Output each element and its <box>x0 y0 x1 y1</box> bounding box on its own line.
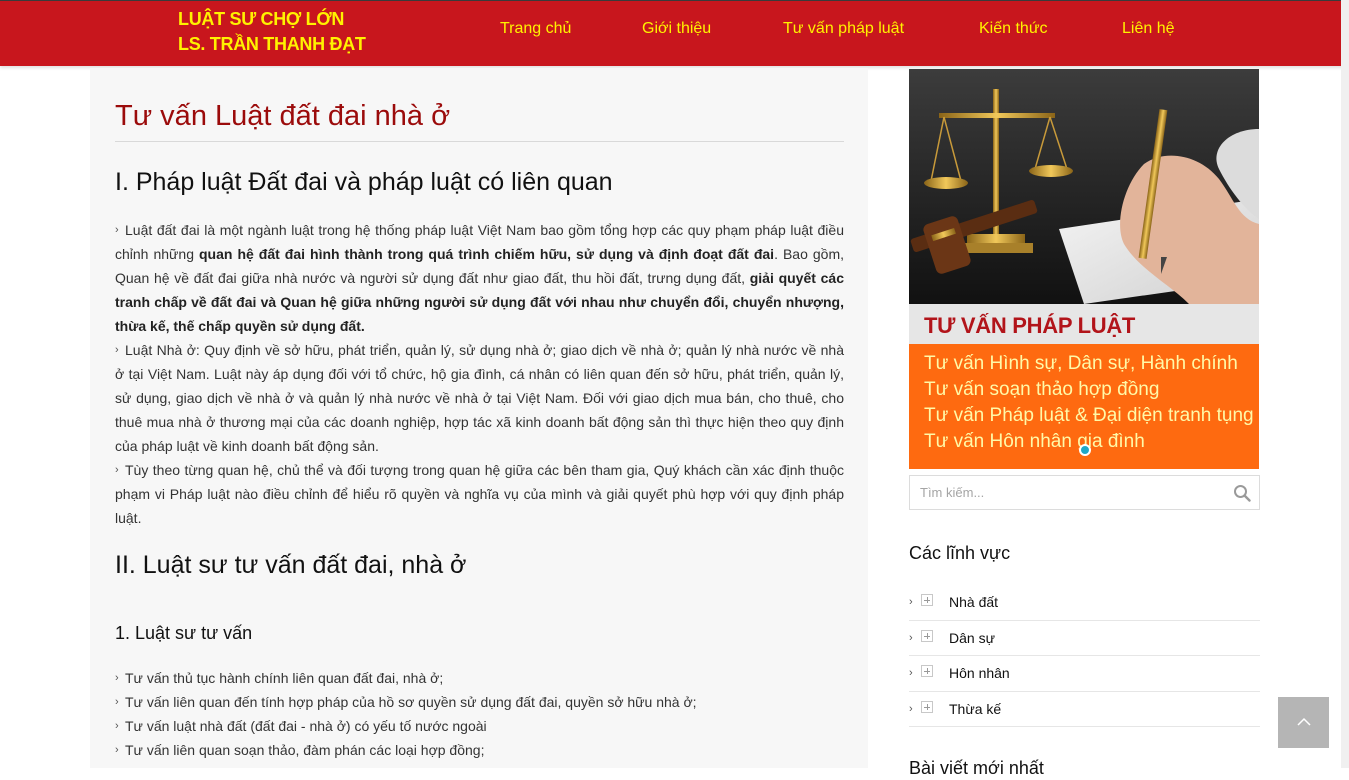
justice-scales-photo <box>909 69 1259 304</box>
paragraph-scope: › Tùy theo từng quan hệ, chủ thể và đối t… <box>115 458 844 530</box>
p1-text-b: quan hệ đất đai hình thành trong quá trì… <box>199 246 775 262</box>
category-item-hon-nhan[interactable]: › Hôn nhân <box>909 656 1260 692</box>
legal-advice-banner[interactable]: TƯ VẤN PHÁP LUẬT Tư vấn Hình sự, Dân sự,… <box>909 69 1259 469</box>
categories-heading: Các lĩnh vực <box>909 543 1011 563</box>
chevron-right-icon: › <box>115 464 119 476</box>
back-to-top-button[interactable] <box>1278 697 1329 748</box>
site-header: LUẬT SƯ CHỢ LỚN LS. TRẦN THANH ĐẠT Trang… <box>0 0 1349 66</box>
list-item-text: Tư vấn liên quan soạn thảo, đàm phán các… <box>125 742 485 758</box>
category-label: Dân sự <box>949 629 995 646</box>
section-2-heading: II. Luật sư tư vấn đất đai, nhà ở <box>115 551 467 579</box>
banner-line: Tư vấn Hôn nhân gia đình <box>924 431 1145 452</box>
page-title: Tư vấn Luật đất đai nhà ở <box>115 100 451 132</box>
search-input[interactable] <box>910 476 1220 509</box>
chevron-right-icon: › <box>909 596 913 608</box>
category-item-nha-dat[interactable]: › Nhà đất <box>909 585 1260 621</box>
service-list: › Tư vấn thủ tục hành chính liên quan đất… <box>115 666 844 762</box>
plus-box-icon[interactable] <box>921 629 933 642</box>
category-list: › Nhà đất › Dân sự › Hôn nhân › Thừa kế <box>909 585 1260 727</box>
category-label: Nhà đất <box>949 594 999 610</box>
article-content: Tư vấn Luật đất đai nhà ở I. Pháp luật Đ… <box>90 68 868 768</box>
section-1-heading: I. Pháp luật Đất đai và pháp luật có liê… <box>115 168 613 196</box>
banner-title-bar: TƯ VẤN PHÁP LUẬT <box>909 304 1259 344</box>
slider-dot[interactable] <box>1079 444 1091 456</box>
chevron-right-icon: › <box>115 672 119 684</box>
category-label: Thừa kế <box>949 700 1002 717</box>
chevron-right-icon: › <box>909 631 913 644</box>
latest-posts-heading: Bài viết mới nhất <box>909 758 1044 778</box>
category-label: Hôn nhân <box>949 665 1010 681</box>
chevron-right-icon: › <box>115 344 119 356</box>
nav-item-contact[interactable]: Liên hệ <box>1122 19 1175 39</box>
list-item-text: Tư vấn liên quan đến tính hợp pháp của h… <box>125 694 697 710</box>
nav-item-about[interactable]: Giới thiệu <box>642 19 711 39</box>
chevron-up-icon <box>1297 717 1311 726</box>
chevron-right-icon: › <box>909 702 913 715</box>
chevron-right-icon: › <box>115 744 119 756</box>
paragraph-housing-law: › Luật Nhà ở: Quy định về sở hữu, phát tr… <box>115 338 844 458</box>
nav-item-legal-advice[interactable]: Tư vấn pháp luật <box>783 19 904 39</box>
title-divider <box>115 141 844 142</box>
nav-item-home[interactable]: Trang chủ <box>500 19 571 39</box>
nav-item-knowledge[interactable]: Kiến thức <box>979 19 1048 39</box>
search-icon[interactable] <box>1233 484 1251 502</box>
category-item-dan-su[interactable]: › Dân sự <box>909 621 1260 656</box>
banner-line: Tư vấn Pháp luật & Đại diện tranh tụng <box>924 405 1254 426</box>
subsection-heading: 1. Luật sư tư vấn <box>115 623 253 643</box>
plus-box-icon[interactable] <box>921 594 933 606</box>
list-item: › Tư vấn luật nhà đất (đất đai - nhà ở) c… <box>115 714 844 738</box>
paragraph-land-law: › Luật đất đai là một ngành luật trong hệ… <box>115 218 844 338</box>
banner-line: Tư vấn Hình sự, Dân sự, Hành chính <box>924 353 1238 374</box>
chevron-right-icon: › <box>115 224 119 236</box>
list-item: › Tư vấn liên quan đến tính hợp pháp của … <box>115 690 844 714</box>
list-item: › Tư vấn thủ tục hành chính liên quan đất… <box>115 666 844 690</box>
category-item-thua-ke[interactable]: › Thừa kế <box>909 692 1260 727</box>
banner-line: Tư vấn soạn thảo hợp đồng <box>924 379 1160 400</box>
chevron-right-icon: › <box>115 720 119 732</box>
plus-box-icon[interactable] <box>921 665 933 677</box>
list-item: › Tư vấn liên quan soạn thảo, đàm phán cá… <box>115 738 844 762</box>
list-item-text: Tư vấn luật nhà đất (đất đai - nhà ở) có… <box>125 718 487 734</box>
p3-text: Tùy theo từng quan hệ, chủ thể và đối tư… <box>115 462 844 526</box>
plus-box-icon[interactable] <box>921 700 933 713</box>
p2-text: Luật Nhà ở: Quy định về sở hữu, phát tri… <box>115 342 844 454</box>
list-item-text: Tư vấn thủ tục hành chính liên quan đất … <box>125 670 444 686</box>
main-nav: Trang chủ Giới thiệu Tư vấn pháp luật Ki… <box>0 1 1349 67</box>
page-scrollbar[interactable] <box>1341 0 1349 768</box>
chevron-right-icon: › <box>909 667 913 679</box>
banner-title: TƯ VẤN PHÁP LUẬT <box>924 313 1136 338</box>
sidebar-search <box>909 475 1260 510</box>
chevron-right-icon: › <box>115 696 119 708</box>
